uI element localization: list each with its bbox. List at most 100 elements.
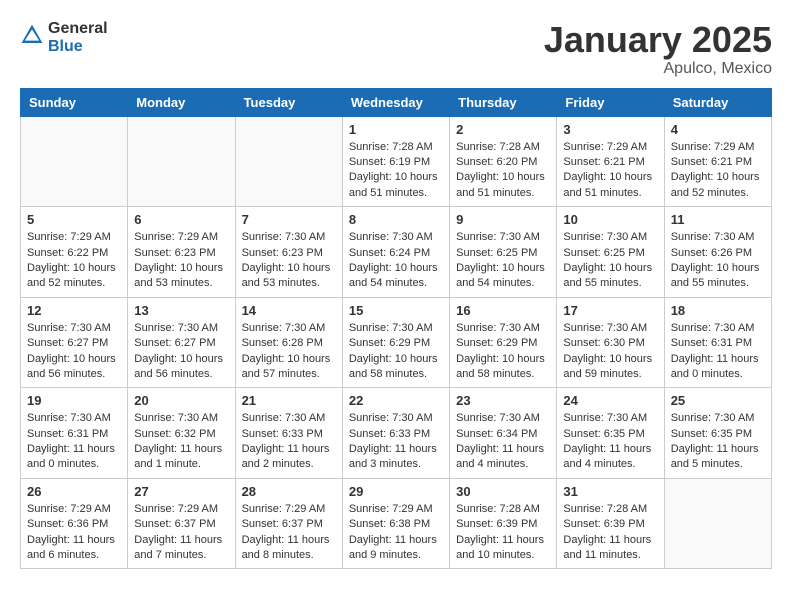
calendar-cell: 28Sunrise: 7:29 AMSunset: 6:37 PMDayligh… [235,478,342,569]
header-monday: Monday [128,88,235,116]
day-info: Sunrise: 7:30 AMSunset: 6:30 PMDaylight:… [563,321,657,383]
day-info: Sunrise: 7:28 AMSunset: 6:20 PMDaylight:… [456,140,550,202]
day-number: 6 [134,212,228,227]
day-info: Sunrise: 7:30 AMSunset: 6:35 PMDaylight:… [671,411,765,473]
calendar-cell: 1 Sunrise: 7:28 AMSunset: 6:19 PMDaylight… [342,116,449,207]
day-info: Sunrise: 7:30 AMSunset: 6:32 PMDaylight:… [134,411,228,473]
calendar-title: January 2025 [544,20,772,60]
calendar-cell: 10 Sunrise: 7:30 AMSunset: 6:25 PMDayligh… [557,207,664,298]
calendar-cell: 13Sunrise: 7:30 AMSunset: 6:27 PMDayligh… [128,297,235,388]
calendar-cell: 5 Sunrise: 7:29 AMSunset: 6:22 PMDaylight… [21,207,128,298]
page-header: General Blue January 2025 Apulco, Mexico [20,20,772,78]
header-friday: Friday [557,88,664,116]
calendar-cell: 26 Sunrise: 7:29 AMSunset: 6:36 PMDayligh… [21,478,128,569]
calendar-subtitle: Apulco, Mexico [544,60,772,78]
day-number: 10 [563,212,657,227]
day-info: Sunrise: 7:30 AMSunset: 6:34 PMDaylight:… [456,411,550,473]
calendar-cell: 25Sunrise: 7:30 AMSunset: 6:35 PMDayligh… [664,388,771,479]
week-row-4: 19Sunrise: 7:30 AMSunset: 6:31 PMDayligh… [21,388,772,479]
calendar-cell: 14 Sunrise: 7:30 AMSunset: 6:28 PMDayligh… [235,297,342,388]
calendar-cell: 15Sunrise: 7:30 AMSunset: 6:29 PMDayligh… [342,297,449,388]
day-info: Sunrise: 7:29 AMSunset: 6:37 PMDaylight:… [134,502,228,564]
day-info: Sunrise: 7:30 AMSunset: 6:29 PMDaylight:… [456,321,550,383]
header-thursday: Thursday [450,88,557,116]
day-info: Sunrise: 7:30 AMSunset: 6:26 PMDaylight:… [671,230,765,292]
day-number: 30 [456,484,550,499]
day-number: 11 [671,212,765,227]
day-number: 29 [349,484,443,499]
day-number: 1 [349,122,443,137]
day-number: 31 [563,484,657,499]
header-wednesday: Wednesday [342,88,449,116]
day-number: 14 [242,303,336,318]
day-number: 19 [27,393,121,408]
calendar-cell: 9Sunrise: 7:30 AMSunset: 6:25 PMDaylight… [450,207,557,298]
day-info: Sunrise: 7:30 AMSunset: 6:27 PMDaylight:… [27,321,121,383]
day-info: Sunrise: 7:30 AMSunset: 6:28 PMDaylight:… [242,321,336,383]
logo: General Blue [20,20,108,55]
day-number: 17 [563,303,657,318]
calendar-cell: 8 Sunrise: 7:30 AMSunset: 6:24 PMDaylight… [342,207,449,298]
logo-icon [20,23,44,47]
week-row-3: 12Sunrise: 7:30 AMSunset: 6:27 PMDayligh… [21,297,772,388]
calendar-cell: 3 Sunrise: 7:29 AMSunset: 6:21 PMDaylight… [557,116,664,207]
calendar-cell [21,116,128,207]
logo-general-text: General [48,20,108,38]
header-tuesday: Tuesday [235,88,342,116]
day-number: 16 [456,303,550,318]
day-info: Sunrise: 7:30 AMSunset: 6:31 PMDaylight:… [671,321,765,383]
day-number: 23 [456,393,550,408]
calendar-cell: 2 Sunrise: 7:28 AMSunset: 6:20 PMDaylight… [450,116,557,207]
day-number: 18 [671,303,765,318]
day-info: Sunrise: 7:30 AMSunset: 6:33 PMDaylight:… [242,411,336,473]
day-number: 8 [349,212,443,227]
day-number: 4 [671,122,765,137]
day-number: 3 [563,122,657,137]
calendar-cell: 29 Sunrise: 7:29 AMSunset: 6:38 PMDayligh… [342,478,449,569]
calendar-cell: 19Sunrise: 7:30 AMSunset: 6:31 PMDayligh… [21,388,128,479]
calendar-cell: 31 Sunrise: 7:28 AMSunset: 6:39 PMDayligh… [557,478,664,569]
calendar-cell: 18 Sunrise: 7:30 AMSunset: 6:31 PMDayligh… [664,297,771,388]
week-row-1: 1 Sunrise: 7:28 AMSunset: 6:19 PMDaylight… [21,116,772,207]
calendar-header-row: SundayMondayTuesdayWednesdayThursdayFrid… [21,88,772,116]
day-info: Sunrise: 7:29 AMSunset: 6:21 PMDaylight:… [671,140,765,202]
calendar-cell: 30 Sunrise: 7:28 AMSunset: 6:39 PMDayligh… [450,478,557,569]
title-section: January 2025 Apulco, Mexico [544,20,772,78]
header-sunday: Sunday [21,88,128,116]
day-info: Sunrise: 7:28 AMSunset: 6:39 PMDaylight:… [563,502,657,564]
calendar-cell: 4 Sunrise: 7:29 AMSunset: 6:21 PMDaylight… [664,116,771,207]
day-info: Sunrise: 7:29 AMSunset: 6:22 PMDaylight:… [27,230,121,292]
calendar-cell [664,478,771,569]
day-number: 22 [349,393,443,408]
calendar-cell: 22Sunrise: 7:30 AMSunset: 6:33 PMDayligh… [342,388,449,479]
day-info: Sunrise: 7:29 AMSunset: 6:38 PMDaylight:… [349,502,443,564]
day-number: 27 [134,484,228,499]
week-row-5: 26 Sunrise: 7:29 AMSunset: 6:36 PMDayligh… [21,478,772,569]
day-info: Sunrise: 7:30 AMSunset: 6:27 PMDaylight:… [134,321,228,383]
day-info: Sunrise: 7:30 AMSunset: 6:23 PMDaylight:… [242,230,336,292]
calendar-cell: 6 Sunrise: 7:29 AMSunset: 6:23 PMDaylight… [128,207,235,298]
day-number: 21 [242,393,336,408]
day-info: Sunrise: 7:29 AMSunset: 6:23 PMDaylight:… [134,230,228,292]
calendar-cell: 24Sunrise: 7:30 AMSunset: 6:35 PMDayligh… [557,388,664,479]
day-number: 15 [349,303,443,318]
day-number: 5 [27,212,121,227]
week-row-2: 5 Sunrise: 7:29 AMSunset: 6:22 PMDaylight… [21,207,772,298]
calendar-cell: 21 Sunrise: 7:30 AMSunset: 6:33 PMDayligh… [235,388,342,479]
day-info: Sunrise: 7:28 AMSunset: 6:19 PMDaylight:… [349,140,443,202]
day-info: Sunrise: 7:29 AMSunset: 6:37 PMDaylight:… [242,502,336,564]
day-number: 26 [27,484,121,499]
day-info: Sunrise: 7:29 AMSunset: 6:21 PMDaylight:… [563,140,657,202]
day-info: Sunrise: 7:30 AMSunset: 6:25 PMDaylight:… [563,230,657,292]
calendar-table: SundayMondayTuesdayWednesdayThursdayFrid… [20,88,772,570]
calendar-cell: 17 Sunrise: 7:30 AMSunset: 6:30 PMDayligh… [557,297,664,388]
day-info: Sunrise: 7:29 AMSunset: 6:36 PMDaylight:… [27,502,121,564]
calendar-cell: 11 Sunrise: 7:30 AMSunset: 6:26 PMDayligh… [664,207,771,298]
calendar-cell: 7Sunrise: 7:30 AMSunset: 6:23 PMDaylight… [235,207,342,298]
day-number: 2 [456,122,550,137]
header-saturday: Saturday [664,88,771,116]
calendar-cell [128,116,235,207]
day-info: Sunrise: 7:30 AMSunset: 6:24 PMDaylight:… [349,230,443,292]
day-number: 20 [134,393,228,408]
day-info: Sunrise: 7:28 AMSunset: 6:39 PMDaylight:… [456,502,550,564]
